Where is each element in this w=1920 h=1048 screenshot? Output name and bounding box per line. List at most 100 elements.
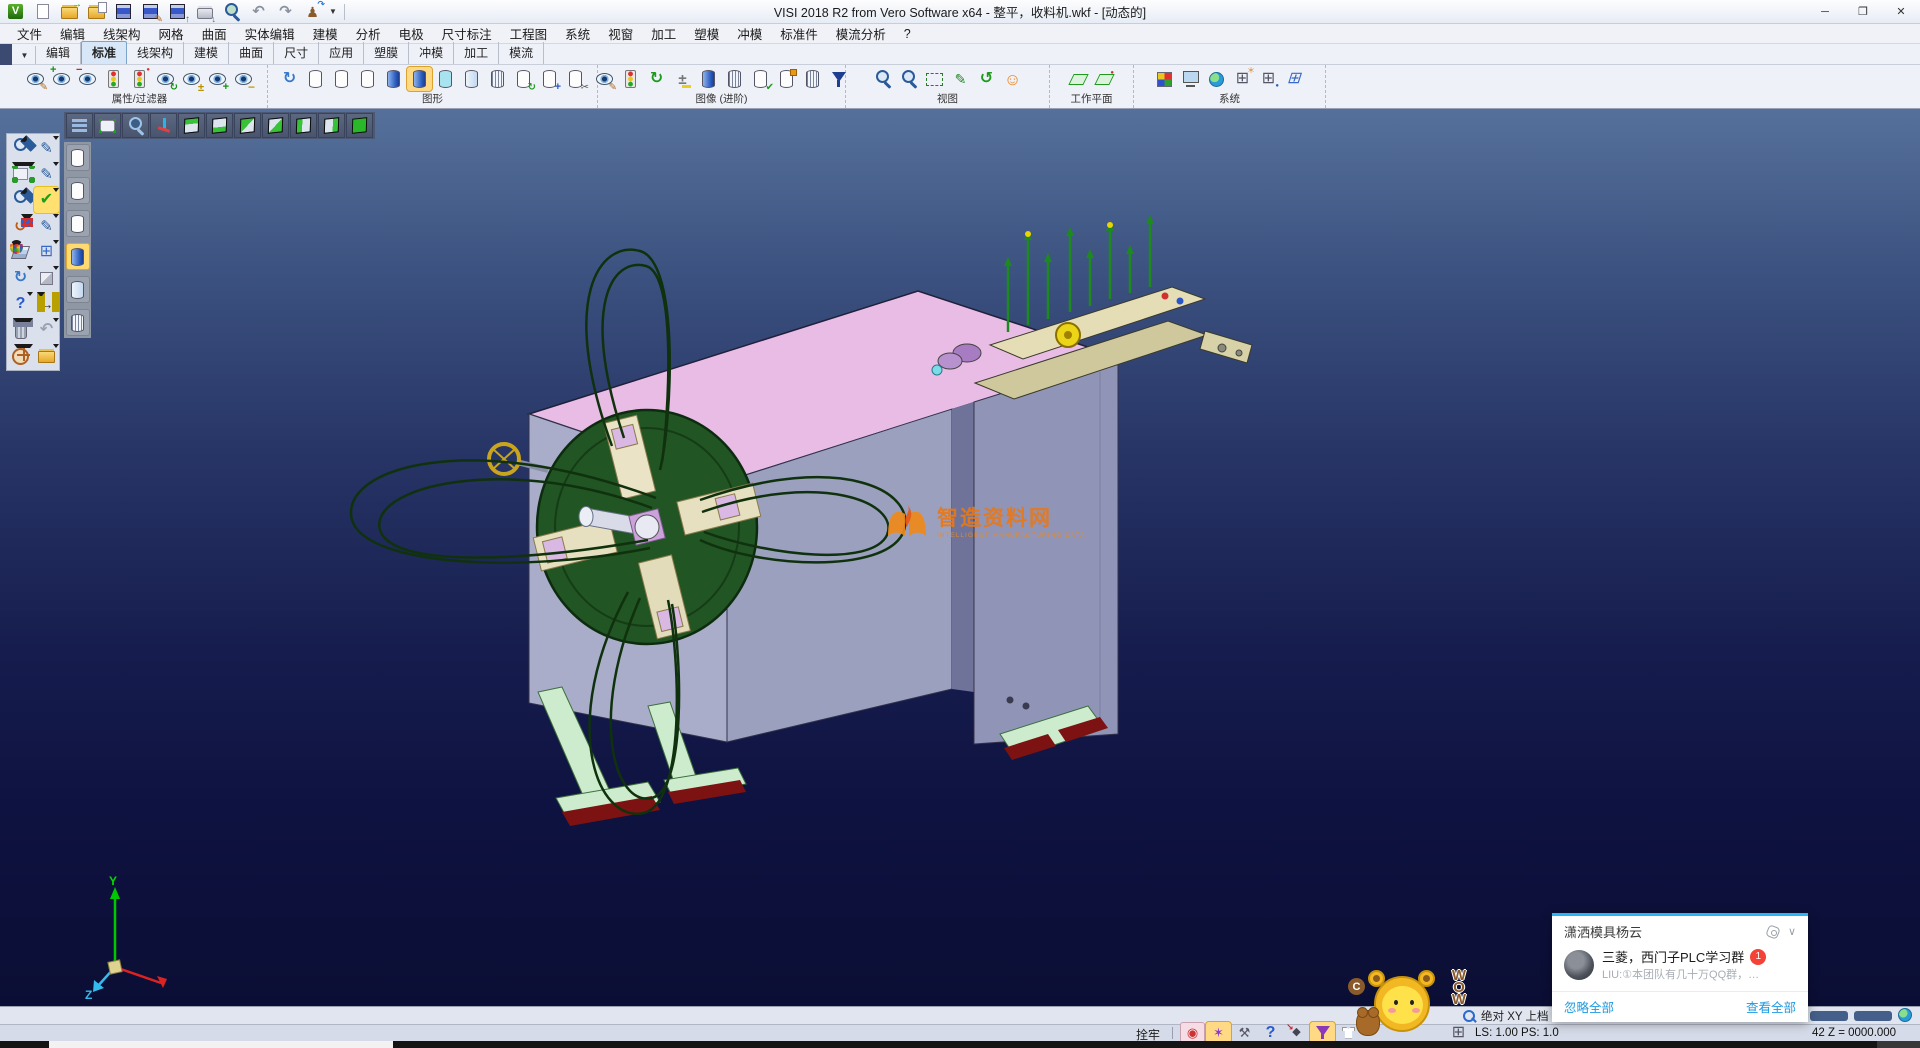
minimize-button[interactable]: ─: [1806, 0, 1844, 23]
shaded-icon[interactable]: [381, 67, 406, 91]
navigate-icon[interactable]: [8, 343, 33, 369]
redraw-icon[interactable]: [8, 265, 33, 291]
wireframe-mode-icon[interactable]: [66, 177, 90, 204]
curve-edit-icon[interactable]: [34, 213, 59, 239]
rotate-view-icon[interactable]: [974, 67, 999, 91]
windows-taskbar[interactable]: [0, 1041, 1920, 1048]
confirm-icon[interactable]: [34, 187, 59, 213]
taskbar-tray-segment[interactable]: [1877, 1041, 1920, 1048]
snap-mode-icon[interactable]: [1284, 1022, 1309, 1043]
toolbar-tab[interactable]: 加工: [454, 42, 499, 64]
view-button[interactable]: [122, 113, 149, 138]
record-macro-icon[interactable]: [1180, 1022, 1205, 1043]
shaded-mode-icon[interactable]: [66, 243, 90, 270]
magic-select-icon[interactable]: [1206, 1022, 1231, 1043]
view-button[interactable]: [66, 113, 93, 138]
view-button[interactable]: [178, 113, 205, 138]
close-button[interactable]: ✕: [1882, 0, 1920, 23]
view-button[interactable]: [290, 113, 317, 138]
desktop-pet-mascot[interactable]: C WOW: [1348, 970, 1470, 1044]
view-button[interactable]: [318, 113, 345, 138]
maximize-button[interactable]: ❐: [1844, 0, 1882, 23]
save-as-icon[interactable]: [138, 0, 163, 24]
menu-item[interactable]: 加工: [642, 22, 685, 45]
network-icon[interactable]: [1204, 67, 1229, 91]
zoom-window-icon[interactable]: [8, 135, 33, 161]
advanced-wire-icon[interactable]: [800, 67, 825, 91]
texture-shade-icon[interactable]: [722, 67, 747, 91]
shaded-edges-icon[interactable]: [459, 67, 484, 91]
qat-dropdown-icon[interactable]: ▼: [325, 7, 341, 16]
measure-distance-icon[interactable]: [34, 291, 59, 317]
regenerate-shade-icon[interactable]: [511, 67, 536, 91]
workplane-create-icon[interactable]: [1066, 67, 1091, 91]
toolbar-tab[interactable]: 建模: [184, 42, 229, 64]
validate-shade-icon[interactable]: [748, 67, 773, 91]
globe-status-icon[interactable]: [1898, 1008, 1912, 1022]
cut-shade-icon[interactable]: [563, 67, 588, 91]
save-icon[interactable]: [111, 0, 136, 24]
toolbar-tab[interactable]: 冲模: [409, 42, 454, 64]
app-logo-icon[interactable]: [3, 0, 28, 24]
insert-file-icon[interactable]: [84, 0, 109, 24]
hide-all-icon[interactable]: [231, 67, 256, 91]
color-table-icon[interactable]: [1152, 67, 1177, 91]
redraw-graphics-icon[interactable]: [277, 67, 302, 91]
3d-viewport[interactable]: Y Z 智造资料网 INTELLIGENT MANUFACTURING DATA: [0, 109, 1920, 1006]
zoom-extents-icon[interactable]: [8, 161, 33, 187]
toolbar-tab[interactable]: 编辑: [36, 42, 81, 64]
toolbar-tab[interactable]: 尺寸: [274, 42, 319, 64]
undo-view-icon[interactable]: [34, 317, 59, 343]
toggle-visibility-icon[interactable]: [179, 67, 204, 91]
display-settings-icon[interactable]: [1178, 67, 1203, 91]
context-help-icon[interactable]: [1258, 1022, 1283, 1043]
view-button[interactable]: [150, 113, 177, 138]
menu-item[interactable]: 标准件: [771, 22, 827, 45]
advanced-visibility-icon[interactable]: [592, 67, 617, 91]
menu-item[interactable]: 系统: [556, 22, 599, 45]
shaded-edges-mode-icon[interactable]: [66, 276, 90, 303]
layers-attributes-icon[interactable]: [8, 239, 33, 265]
ignore-all-link[interactable]: 忽略全部: [1564, 997, 1614, 1016]
perspective-grid-icon[interactable]: [1282, 67, 1307, 91]
toggle-image-icon[interactable]: [670, 67, 695, 91]
selection-filter-icon[interactable]: [1310, 1022, 1335, 1043]
print-icon[interactable]: [192, 0, 217, 24]
regenerate-image-icon[interactable]: [644, 67, 669, 91]
annotate-view-icon[interactable]: [948, 67, 973, 91]
section-shade-icon[interactable]: [774, 67, 799, 91]
settings-gear-icon[interactable]: [1766, 925, 1780, 939]
transparent-shade-icon[interactable]: [433, 67, 458, 91]
wire-shade-mode-icon[interactable]: [66, 309, 90, 336]
solid-display-icon[interactable]: [34, 265, 59, 291]
view-button[interactable]: [94, 113, 121, 138]
convert-icon[interactable]: [300, 0, 325, 24]
open-file-icon[interactable]: [57, 0, 82, 24]
hide-remove-icon[interactable]: [75, 67, 100, 91]
wireframe-shade-icon[interactable]: [303, 67, 328, 91]
menu-item[interactable]: 视窗: [599, 22, 642, 45]
view-all-link[interactable]: 查看全部: [1746, 997, 1796, 1016]
multi-view-icon[interactable]: [34, 239, 59, 265]
grid-snap-icon[interactable]: [1230, 67, 1255, 91]
workplane-edit-icon[interactable]: [1092, 67, 1117, 91]
image-filter-icon[interactable]: [826, 67, 851, 91]
view-button[interactable]: [262, 113, 289, 138]
toolbar-tab[interactable]: 模流: [499, 42, 544, 64]
view-button[interactable]: [234, 113, 261, 138]
dashed-hidden-shade-icon[interactable]: [355, 67, 380, 91]
build-tools-icon[interactable]: [1232, 1022, 1257, 1043]
save-all-icon[interactable]: [165, 0, 190, 24]
advanced-shade-icon[interactable]: [696, 67, 721, 91]
copy-shade-icon[interactable]: [537, 67, 562, 91]
modify-attributes-icon[interactable]: [23, 67, 48, 91]
show-add-icon[interactable]: [49, 67, 74, 91]
advanced-filter-icon[interactable]: [618, 67, 643, 91]
hidden-line-mode-icon[interactable]: [66, 210, 90, 237]
zoom-pan-icon[interactable]: [896, 67, 921, 91]
menu-item[interactable]: 塑模: [685, 22, 728, 45]
orbit-view-icon[interactable]: [8, 213, 33, 239]
hidden-line-shade-icon[interactable]: [329, 67, 354, 91]
delete-icon[interactable]: [8, 317, 33, 343]
filter-lights-icon[interactable]: [101, 67, 126, 91]
